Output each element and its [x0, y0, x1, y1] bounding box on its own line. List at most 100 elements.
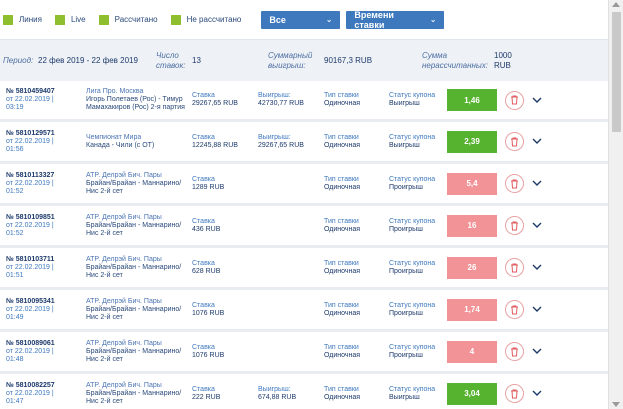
expand-bet-button[interactable]	[532, 389, 542, 399]
delete-bet-button[interactable]	[505, 342, 524, 361]
bet-type: Одиночная	[324, 183, 361, 191]
bet-row[interactable]: № 5810109851 от 22.02.2019 | 01:52 ATP. Д…	[0, 206, 608, 248]
bet-row[interactable]: № 5810113327 от 22.02.2019 | 01:52 ATP. Д…	[0, 164, 608, 206]
expand-bet-button[interactable]	[532, 263, 542, 273]
coefficient-badge: 16	[447, 214, 497, 237]
coefficient-badge: 2,39	[447, 130, 497, 153]
bet-count-value: 13	[192, 56, 201, 65]
chevron-down-icon	[532, 264, 542, 270]
chevron-down-icon: ⌄	[429, 15, 437, 24]
bet-id: № 5810459407	[6, 88, 55, 95]
bet-stake: 628 RUB	[192, 267, 221, 275]
bet-status: Выигрыш	[389, 100, 420, 107]
bet-league: ATP. Делрэй Бич. Пары	[86, 297, 162, 305]
expand-bet-button[interactable]	[532, 137, 542, 147]
coefficient-badge: 26	[447, 256, 497, 279]
delete-bet-button[interactable]	[505, 90, 524, 110]
filter-settled-checkbox[interactable]: Рассчитано	[98, 14, 158, 25]
bet-type: Одиночная	[324, 141, 361, 149]
bet-status: Проигрыш	[389, 351, 423, 359]
chevron-down-icon	[532, 97, 542, 103]
period-value: 22 фев 2019 - 22 фев 2019	[38, 55, 138, 65]
checkbox-checked-icon[interactable]	[3, 14, 13, 25]
bet-event: Брайан/Брайан - Маннарино/Нис 2-й сет	[86, 179, 182, 195]
bet-id: № 5810095341	[6, 297, 55, 305]
delete-bet-button[interactable]	[505, 174, 524, 193]
delete-bet-button[interactable]	[505, 300, 524, 319]
bet-type-select[interactable]: Все ⌄	[261, 10, 341, 29]
bet-league: ATP. Делрэй Бич. Пары	[86, 381, 162, 389]
bet-date: от 22.02.2019 | 01:49	[6, 305, 54, 321]
bet-row[interactable]: № 5810103711 от 22.02.2019 | 01:51 ATP. Д…	[0, 248, 608, 290]
bet-id: № 5810113327	[6, 171, 55, 179]
sort-select[interactable]: Времени ставки ⌄	[346, 10, 445, 30]
vertical-scrollbar[interactable]	[608, 0, 623, 409]
bet-row[interactable]: № 5810095341 от 22.02.2019 | 01:49 ATP. Д…	[0, 290, 608, 332]
trash-icon	[511, 137, 518, 146]
bet-history-page: Линия Live Рассчитано Не рассчитано Все ⌄…	[0, 0, 608, 409]
delete-bet-button[interactable]	[505, 216, 524, 235]
delete-bet-button[interactable]	[505, 132, 524, 151]
delete-bet-button[interactable]	[505, 258, 524, 277]
trash-icon	[511, 263, 518, 272]
chevron-down-icon	[532, 306, 542, 312]
bet-row[interactable]: № 5810089061 от 22.02.2019 | 01:48 ATP. Д…	[0, 332, 608, 374]
coefficient-badge: 3,04	[447, 382, 497, 405]
filter-unsettled-checkbox[interactable]: Не рассчитано	[170, 14, 241, 25]
bet-event: Канада - Чили (с ОТ)	[86, 141, 155, 149]
bet-stake: 436 RUB	[192, 225, 221, 233]
total-win-value: 90167,3 RUB	[324, 55, 373, 65]
bet-win: 674,88 RUB	[258, 393, 297, 401]
checkbox-checked-icon[interactable]	[170, 14, 181, 25]
bet-event: Брайан/Брайан - Маннарино/Нис 2-й сет	[86, 221, 182, 237]
bet-status: Проигрыш	[389, 267, 423, 275]
coefficient-badge: 4	[447, 340, 497, 363]
scroll-down-arrow-icon[interactable]	[612, 402, 620, 407]
bet-type: Одиночная	[324, 351, 361, 359]
summary-bar: Период: 22 фев 2019 - 22 фев 2019 Число …	[0, 40, 608, 81]
bet-league: ATP. Делрэй Бич. Пары	[86, 255, 162, 263]
bet-row[interactable]: № 5810459407 от 22.02.2019 | 03:19 Лига П…	[0, 81, 608, 122]
bet-status: Проигрыш	[389, 183, 423, 191]
bet-row[interactable]: № 5810129571 от 22.02.2019 | 01:56 Чемпио…	[0, 122, 608, 164]
trash-icon	[511, 347, 518, 356]
bet-league: ATP. Делрэй Бич. Пары	[86, 171, 162, 179]
bet-stake: 1289 RUB	[192, 183, 225, 191]
expand-bet-button[interactable]	[532, 221, 542, 231]
delete-bet-button[interactable]	[505, 384, 524, 403]
bet-row[interactable]: № 5810082257 от 22.02.2019 | 01:47 ATP. Д…	[0, 374, 608, 409]
filter-bar: Линия Live Рассчитано Не рассчитано Все ⌄…	[0, 0, 608, 40]
expand-bet-button[interactable]	[532, 347, 542, 357]
bet-league: Лига Про. Москва	[86, 88, 144, 95]
bet-id: № 5810109851	[6, 213, 55, 221]
bet-stake: 222 RUB	[192, 393, 221, 401]
expand-bet-button[interactable]	[532, 305, 542, 315]
chevron-down-icon	[532, 348, 542, 354]
scroll-up-arrow-icon[interactable]	[612, 2, 620, 7]
filter-line-checkbox[interactable]: Линия	[3, 14, 42, 25]
trash-icon	[511, 389, 518, 398]
bet-date: от 22.02.2019 | 01:52	[6, 179, 54, 195]
checkbox-checked-icon[interactable]	[54, 14, 65, 25]
chevron-down-icon	[532, 390, 542, 396]
bet-type: Одиночная	[324, 267, 361, 275]
coefficient-badge: 5,4	[447, 172, 497, 195]
bet-date: от 22.02.2019 | 01:56	[6, 137, 54, 153]
bet-list: № 5810459407 от 22.02.2019 | 03:19 Лига П…	[0, 81, 608, 409]
checkbox-checked-icon[interactable]	[98, 14, 109, 25]
bet-date: от 22.02.2019 | 01:47	[6, 389, 54, 405]
filter-live-checkbox[interactable]: Live	[54, 14, 86, 25]
bet-date: от 22.02.2019 | 01:48	[6, 347, 54, 363]
bet-id: № 5810089061	[6, 339, 55, 347]
bet-date: от 22.02.2019 | 03:19	[6, 96, 54, 111]
bet-event: Брайан/Брайан - Маннарино/Нис 2-й сет	[86, 347, 182, 363]
bet-league: Чемпионат Мира	[86, 133, 142, 141]
expand-bet-button[interactable]	[532, 179, 542, 189]
bet-type: Одиночная	[324, 100, 361, 107]
bet-status: Выигрыш	[389, 141, 420, 149]
expand-bet-button[interactable]	[532, 95, 542, 105]
scrollbar-thumb[interactable]	[612, 12, 621, 132]
bet-event: Брайан/Брайан - Маннарино/Нис 2-й сет	[86, 305, 182, 321]
bet-date: от 22.02.2019 | 01:51	[6, 263, 54, 279]
bet-type: Одиночная	[324, 393, 361, 401]
